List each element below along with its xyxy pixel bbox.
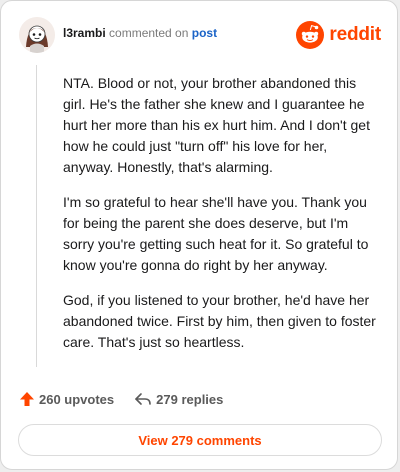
brand-wordmark: reddit (329, 24, 381, 45)
upvote-button[interactable]: 260 upvotes (19, 391, 114, 407)
comment-attribution: l3rambi commented on post (63, 26, 217, 40)
replies-button[interactable]: 279 replies (134, 391, 223, 407)
comment-paragraph: I'm so grateful to hear she'll have you.… (63, 194, 369, 273)
reddit-logo-icon (296, 21, 325, 49)
comment-paragraph: God, if you listened to your brother, he… (63, 292, 376, 350)
snoo-avatar-icon (19, 17, 55, 53)
upvote-count: 260 upvotes (39, 391, 115, 407)
thread-line (36, 65, 37, 367)
avatar[interactable] (19, 17, 55, 53)
reply-count: 279 replies (156, 391, 224, 407)
post-link[interactable]: post (192, 26, 217, 40)
action-text: commented on (109, 26, 189, 40)
comment-header: l3rambi commented on post reddit (19, 15, 381, 55)
view-comments-button[interactable]: View 279 comments (18, 424, 382, 456)
comment-card: l3rambi commented on post reddit NTA. Bl… (0, 0, 398, 470)
username-link[interactable]: l3rambi (63, 26, 106, 40)
comment-body: NTA. Blood or not, your brother abandone… (63, 73, 381, 367)
comment-paragraph: NTA. Blood or not, your brother abandone… (63, 75, 370, 175)
comment-footer: 260 upvotes 279 replies (19, 387, 243, 411)
reply-arrow-icon (135, 393, 151, 405)
reddit-brand[interactable]: reddit (296, 21, 381, 49)
upvote-arrow-icon (20, 392, 34, 406)
